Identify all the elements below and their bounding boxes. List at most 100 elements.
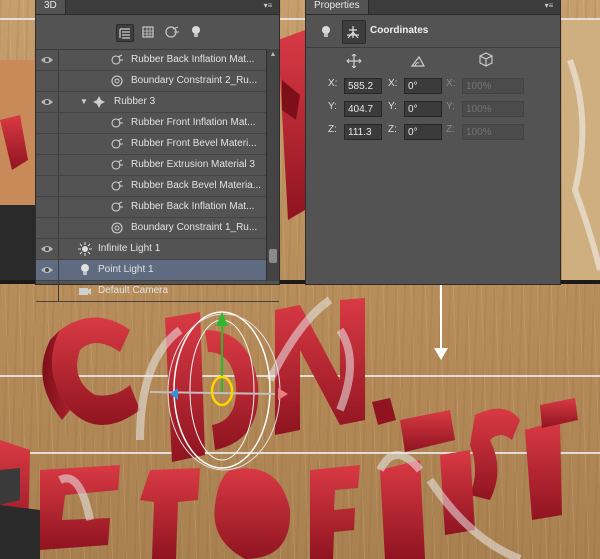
scroll-thumb[interactable] [269,249,277,263]
layer-scrollbar[interactable]: ▲ [266,49,279,281]
mesh-filter-icon[interactable] [140,24,156,40]
column-separator [58,50,59,70]
light-filter-icon[interactable] [188,24,204,40]
scale-icon [479,52,493,67]
visibility-eye-icon[interactable] [40,54,54,66]
material-filter-icon[interactable] [164,24,180,40]
scale-field: 100% [462,78,524,94]
material-icon [110,137,124,151]
visibility-eye-icon[interactable] [40,243,54,255]
layer-row[interactable]: Rubber Back Bevel Materia... [36,176,279,197]
mesh-icon [92,95,106,109]
properties-panel: Properties ▾≡ Coordinates X: 585.2 X: 0° X: 1… [305,0,561,285]
layer-label: Rubber Back Bevel Materia... [131,180,262,191]
scale-axis-label: Z: [446,124,455,135]
camera-icon [78,284,92,298]
layer-row[interactable]: ▼ Rubber 3 [36,92,279,113]
panel-menu-icon[interactable]: ▾≡ [542,0,556,11]
layer-row[interactable]: Rubber Back Inflation Mat... [36,50,279,71]
constraint-icon [110,221,124,235]
layer-row[interactable]: Point Light 1 [36,260,279,281]
material-icon [110,53,124,67]
layer-row[interactable]: Default Camera [36,281,279,302]
rotation-field[interactable]: 0° [404,124,442,140]
panel-menu-icon[interactable]: ▾≡ [261,0,275,11]
visibility-eye-icon[interactable] [40,222,54,234]
rotation-axis-label: Y: [388,101,397,112]
visibility-eye-icon[interactable] [40,96,54,108]
layer-row[interactable]: Rubber Back Inflation Mat... [36,197,279,218]
scene-filter-icon[interactable] [116,24,134,42]
material-icon [110,179,124,193]
layer-row[interactable]: Infinite Light 1 [36,239,279,260]
tab-properties[interactable]: Properties [306,0,369,14]
visibility-eye-icon[interactable] [40,285,54,297]
layer-label: Rubber Back Inflation Mat... [131,201,255,212]
3d-panel: 3D ▾≡ Rubber Back Inflation Mat... Bounda… [35,0,280,302]
column-separator [58,260,59,280]
material-icon [110,200,124,214]
down-arrow-head [434,348,448,360]
layer-row[interactable]: Rubber Extrusion Material 3 [36,155,279,176]
scale-axis-label: X: [446,78,456,89]
material-icon [110,116,124,130]
rotation-axis-label: X: [388,78,398,89]
properties-section-title: Coordinates [370,25,429,36]
layer-label: Rubber Extrusion Material 3 [131,159,255,170]
scale-field: 100% [462,124,524,140]
layer-label: Boundary Constraint 2_Ru... [131,75,258,86]
layer-row[interactable]: Rubber Front Inflation Mat... [36,113,279,134]
column-separator [58,176,59,196]
visibility-eye-icon[interactable] [40,138,54,150]
properties-header: Coordinates [306,15,560,48]
rotation-field[interactable]: 0° [404,101,442,117]
layer-label: Default Camera [98,285,169,296]
rotate-icon [410,55,426,67]
coordinates-icon [347,26,359,39]
layer-row[interactable]: Boundary Constraint 2_Ru... [36,71,279,92]
constraint-icon [110,74,124,88]
layer-row[interactable]: Rubber Front Bevel Materi... [36,134,279,155]
rotation-field[interactable]: 0° [404,78,442,94]
column-separator [58,113,59,133]
rotation-axis-label: Z: [388,124,397,135]
layer-label: Rubber 3 [114,96,156,107]
visibility-eye-icon[interactable] [40,264,54,276]
letter-group-bottom-row [0,450,475,559]
visibility-eye-icon[interactable] [40,201,54,213]
scroll-up-arrow-icon[interactable]: ▲ [269,51,277,59]
column-separator [58,197,59,217]
position-field[interactable]: 111.3 [344,124,382,140]
visibility-eye-icon[interactable] [40,180,54,192]
column-separator [58,92,59,112]
scale-field: 100% [462,101,524,117]
layer-label: Rubber Front Bevel Materi... [131,138,257,149]
visibility-eye-icon[interactable] [40,159,54,171]
column-separator [58,71,59,91]
visibility-eye-icon[interactable] [40,117,54,129]
properties-tabbar: Properties ▾≡ [306,0,560,15]
column-separator [58,239,59,259]
layer-label: Infinite Light 1 [98,243,161,254]
visibility-eye-icon[interactable] [40,75,54,87]
layer-row[interactable]: Boundary Constraint 1_Ru... [36,218,279,239]
3d-panel-tabbar: 3D ▾≡ [36,0,279,15]
layer-label: Rubber Back Inflation Mat... [131,54,255,65]
point-light-icon[interactable] [318,24,334,40]
layer-label: Boundary Constraint 1_Ru... [131,222,258,233]
position-field[interactable]: 404.7 [344,101,382,117]
3d-filter-bar [36,15,279,50]
tab-3d[interactable]: 3D [36,0,66,14]
scale-axis-label: Y: [446,101,455,112]
infinite-light-icon [78,242,92,256]
material-icon [110,158,124,172]
column-separator [58,281,59,301]
position-field[interactable]: 585.2 [344,78,382,94]
column-separator [58,155,59,175]
layer-label: Point Light 1 [98,264,154,275]
position-axis-label: X: [328,78,338,89]
expand-triangle-icon[interactable]: ▼ [80,92,88,112]
column-separator [58,218,59,238]
column-separator [58,134,59,154]
move-icon [346,54,362,68]
